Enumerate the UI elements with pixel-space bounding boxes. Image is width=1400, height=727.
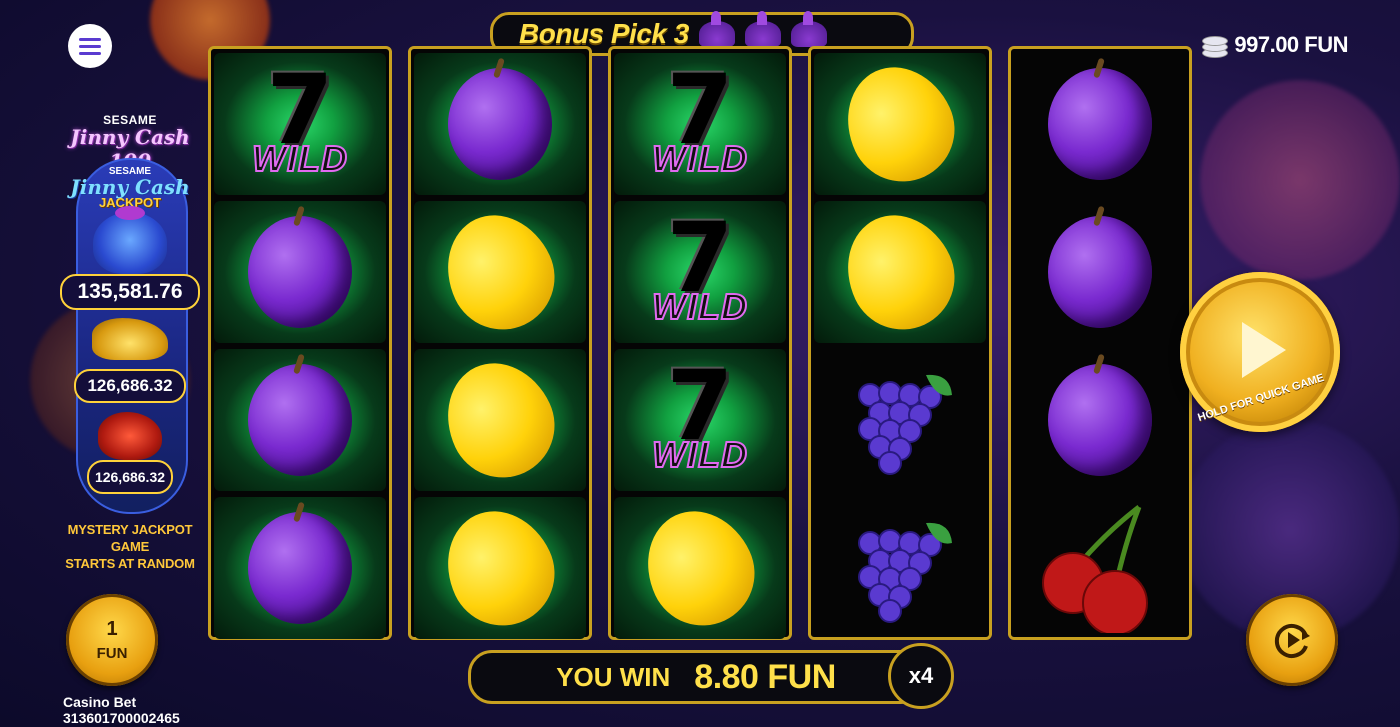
- turban-icon: [790, 11, 827, 47]
- reel-cell: [214, 201, 386, 343]
- reel-cell: [414, 493, 586, 643]
- casino-bet-info: Casino Bet 313601700002465: [63, 694, 180, 726]
- plum-icon: [1048, 68, 1152, 180]
- seven-wild-icon: 7 WILD: [625, 210, 775, 328]
- wild-label: WILD: [651, 137, 748, 180]
- bet-unit: FUN: [96, 645, 128, 662]
- reel-cell: [1014, 53, 1186, 195]
- balance-display: 997.00 FUN: [1202, 32, 1348, 58]
- reel-cell: [214, 497, 386, 639]
- reel-cell: [814, 349, 986, 491]
- jackpot-major-value: 126,686.32: [74, 369, 186, 403]
- seven-wild-icon: 7 WILD: [625, 62, 775, 180]
- lemon-icon: [428, 493, 572, 643]
- cherry-icon: [1042, 505, 1148, 633]
- spin-button[interactable]: [1180, 272, 1340, 432]
- plum-icon: [1048, 216, 1152, 328]
- turban-icon: [744, 11, 781, 47]
- wild-label: WILD: [651, 433, 748, 476]
- plum-icon: [248, 216, 352, 328]
- reel-cell: 7 WILD: [614, 349, 786, 491]
- reel-cell: [814, 49, 986, 199]
- plum-icon: [248, 364, 352, 476]
- reel-cell: 7 WILD: [214, 53, 386, 195]
- play-icon: [1242, 322, 1286, 378]
- lemon-icon: [428, 345, 572, 495]
- reel-3: 7 WILD 7 WILD 7 WILD: [608, 46, 792, 643]
- lemon-icon: [428, 197, 572, 347]
- win-label: YOU WIN: [556, 661, 671, 692]
- reel-cell: [1014, 201, 1186, 343]
- lemon-icon: [828, 49, 972, 199]
- lemon-icon: [828, 197, 972, 347]
- plum-icon: [248, 512, 352, 624]
- wild-label: WILD: [651, 285, 748, 328]
- mystery-jackpot-text: MYSTERY JACKPOT GAME STARTS AT RANDOM: [65, 522, 195, 571]
- bet-value: 1: [106, 618, 118, 640]
- seven-wild-icon: 7 WILD: [625, 358, 775, 476]
- background-pink-orb: [1200, 80, 1400, 280]
- reel-cell: [414, 345, 586, 495]
- coins-icon: [1202, 32, 1229, 58]
- autoplay-button[interactable]: [1246, 594, 1338, 686]
- jackpot-minor-value: 126,686.32: [87, 460, 173, 494]
- win-bar: YOU WIN 8.80 FUN: [468, 650, 924, 704]
- autoplay-icon: [1274, 624, 1310, 658]
- plum-icon: [1048, 364, 1152, 476]
- reel-cell: [1014, 497, 1186, 639]
- reel-2: [408, 46, 592, 643]
- menu-button[interactable]: [68, 24, 112, 68]
- grapes-icon: [858, 374, 952, 475]
- reel-cell: [414, 53, 586, 195]
- jackpot-logo: SESAME Jinny Cash JACKPOT: [70, 166, 190, 210]
- reel-cell: 7 WILD: [614, 201, 786, 343]
- balance-amount: 997.00 FUN: [1234, 32, 1348, 57]
- jackpot-grand-value: 135,581.76: [60, 274, 200, 310]
- lemon-icon: [628, 493, 772, 643]
- wild-label: WILD: [251, 137, 348, 180]
- reel-cell: [814, 197, 986, 347]
- grapes-icon: [858, 522, 952, 623]
- multiplier-badge: x4: [888, 643, 954, 709]
- reel-cell: [614, 493, 786, 643]
- reel-cell: 7 WILD: [614, 53, 786, 195]
- reel-5: [1008, 46, 1192, 640]
- seven-wild-icon: 7 WILD: [225, 62, 375, 180]
- turban-icon: [698, 11, 735, 47]
- reel-cell: [214, 349, 386, 491]
- bet-button[interactable]: 1 FUN: [66, 594, 158, 686]
- reel-cell: [814, 497, 986, 639]
- reel-4: [808, 46, 992, 640]
- reel-1: 7 WILD: [208, 46, 392, 640]
- win-amount: 8.80 FUN: [694, 657, 836, 696]
- plum-icon: [448, 68, 552, 180]
- reel-cell: [414, 197, 586, 347]
- genie-icon: [93, 206, 167, 274]
- hamburger-icon: [79, 37, 101, 41]
- reel-cell: [1014, 349, 1186, 491]
